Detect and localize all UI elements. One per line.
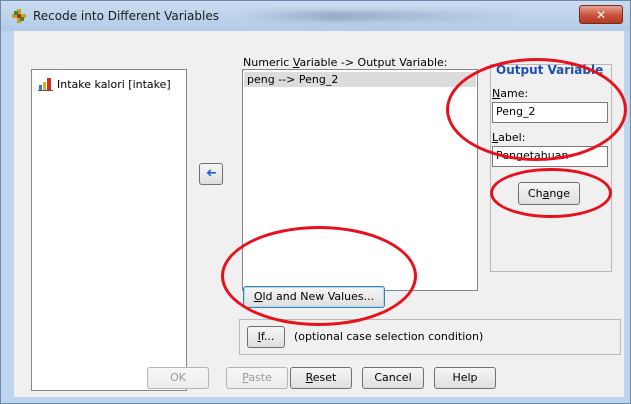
- change-button[interactable]: Change: [518, 182, 580, 205]
- dialog-window: Recode into Different Variables ✕ Intake…: [0, 0, 631, 404]
- cancel-button[interactable]: Cancel: [362, 367, 424, 389]
- move-variable-button[interactable]: ➜: [199, 163, 223, 185]
- reset-button[interactable]: Reset: [290, 367, 352, 389]
- dialog-client-area: Intake kalori [intake] ➜ Numeric Variabl…: [14, 31, 624, 397]
- old-and-new-values-button[interactable]: Old and New Values...: [243, 286, 385, 308]
- name-label: Name:: [492, 87, 529, 100]
- mapping-list-label: Numeric Variable -> Output Variable:: [243, 56, 448, 69]
- title-bar[interactable]: Recode into Different Variables ✕: [1, 1, 630, 31]
- blurred-title-region: [241, 11, 521, 21]
- name-input[interactable]: Peng_2: [492, 102, 608, 123]
- label-label: Label:: [492, 131, 526, 144]
- output-variable-title: Output Variable: [496, 63, 604, 77]
- label-input[interactable]: Pengetahuan: [492, 146, 608, 167]
- list-item[interactable]: peng --> Peng_2: [247, 73, 338, 86]
- window-title: Recode into Different Variables: [33, 9, 219, 23]
- close-button[interactable]: ✕: [579, 5, 623, 24]
- window-frame-left: [1, 31, 14, 397]
- ok-button[interactable]: OK: [147, 367, 209, 389]
- scale-variable-icon: [38, 78, 53, 91]
- list-item-label: Intake kalori [intake]: [57, 77, 171, 91]
- if-button[interactable]: If...: [247, 326, 285, 348]
- app-icon: [12, 9, 26, 23]
- arrow-left-icon: ➜: [205, 166, 217, 181]
- source-variable-list[interactable]: Intake kalori [intake]: [31, 69, 187, 391]
- if-condition-text: (optional case selection condition): [294, 330, 484, 343]
- list-item[interactable]: Intake kalori [intake]: [38, 76, 171, 92]
- mapping-list[interactable]: peng --> Peng_2: [242, 69, 478, 291]
- paste-button[interactable]: Paste: [226, 367, 288, 389]
- help-button[interactable]: Help: [434, 367, 496, 389]
